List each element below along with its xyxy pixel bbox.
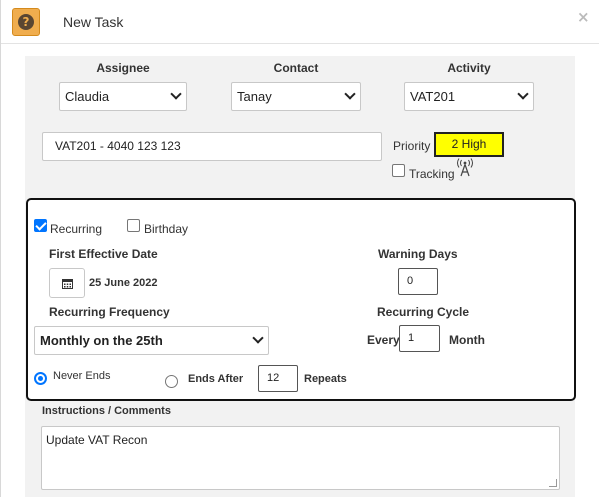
close-icon[interactable]: ×	[577, 8, 590, 26]
assignee-label: Assignee	[96, 61, 150, 75]
first-effective-date-label: First Effective Date	[49, 247, 158, 261]
repeats-input[interactable]: 12	[258, 365, 298, 392]
assignee-select[interactable]: Claudia	[59, 82, 187, 111]
activity-select[interactable]: VAT201	[404, 82, 534, 111]
help-glyph: ?	[18, 14, 34, 30]
warning-days-input[interactable]: 0	[398, 268, 438, 295]
instructions-label: Instructions / Comments	[42, 405, 171, 417]
antenna-icon[interactable]	[456, 158, 474, 178]
first-effective-date-value: 25 June 2022	[89, 277, 158, 289]
recurring-checkbox[interactable]	[34, 219, 47, 232]
recurring-cycle-label: Recurring Cycle	[377, 305, 470, 319]
contact-value: Tanay	[237, 89, 272, 104]
tracking-label: Tracking	[409, 167, 455, 181]
never-ends-radio[interactable]	[34, 372, 47, 385]
ends-after-radio[interactable]	[165, 375, 178, 388]
birthday-label: Birthday	[144, 222, 189, 236]
never-ends-label: Never Ends	[53, 370, 111, 382]
recurring-frequency-label: Recurring Frequency	[49, 305, 170, 319]
birthday-checkbox[interactable]	[127, 219, 140, 232]
date-picker-button[interactable]	[49, 268, 85, 298]
repeats-label: Repeats	[304, 373, 347, 385]
tracking-checkbox[interactable]	[392, 164, 405, 177]
activity-label: Activity	[447, 61, 491, 75]
dialog-header: ? New Task ×	[1, 0, 599, 44]
activity-value: VAT201	[410, 89, 456, 104]
chevron-down-icon	[517, 88, 529, 100]
help-icon[interactable]: ?	[12, 8, 40, 36]
dialog-title: New Task	[63, 14, 124, 30]
contact-select[interactable]: Tanay	[231, 82, 361, 111]
contact-label: Contact	[273, 61, 319, 75]
priority-label: Priority	[393, 139, 431, 153]
recurring-label: Recurring	[50, 222, 103, 236]
chevron-down-icon	[252, 332, 264, 344]
calendar-icon	[62, 279, 73, 289]
assignee-value: Claudia	[65, 89, 110, 104]
ends-after-label: Ends After	[188, 373, 244, 385]
chevron-down-icon	[170, 88, 182, 100]
recurring-frequency-select[interactable]: Monthly on the 25th	[34, 326, 269, 355]
warning-days-label: Warning Days	[378, 247, 458, 261]
new-task-dialog: ? New Task × Assignee Contact Activity C…	[0, 0, 599, 497]
task-name-input[interactable]: VAT201 - 4040 123 123	[42, 132, 382, 161]
resize-grip-icon[interactable]	[549, 479, 557, 487]
chevron-down-icon	[344, 88, 356, 100]
instructions-value: Update VAT Recon	[46, 433, 148, 447]
cycle-unit-label: Month	[449, 333, 485, 347]
priority-badge[interactable]: 2 High	[434, 132, 504, 157]
cycle-input[interactable]: 1	[399, 325, 440, 352]
cycle-every-label: Every	[367, 333, 400, 347]
recurring-frequency-value: Monthly on the 25th	[40, 333, 163, 348]
instructions-textarea[interactable]: Update VAT Recon	[41, 426, 560, 490]
